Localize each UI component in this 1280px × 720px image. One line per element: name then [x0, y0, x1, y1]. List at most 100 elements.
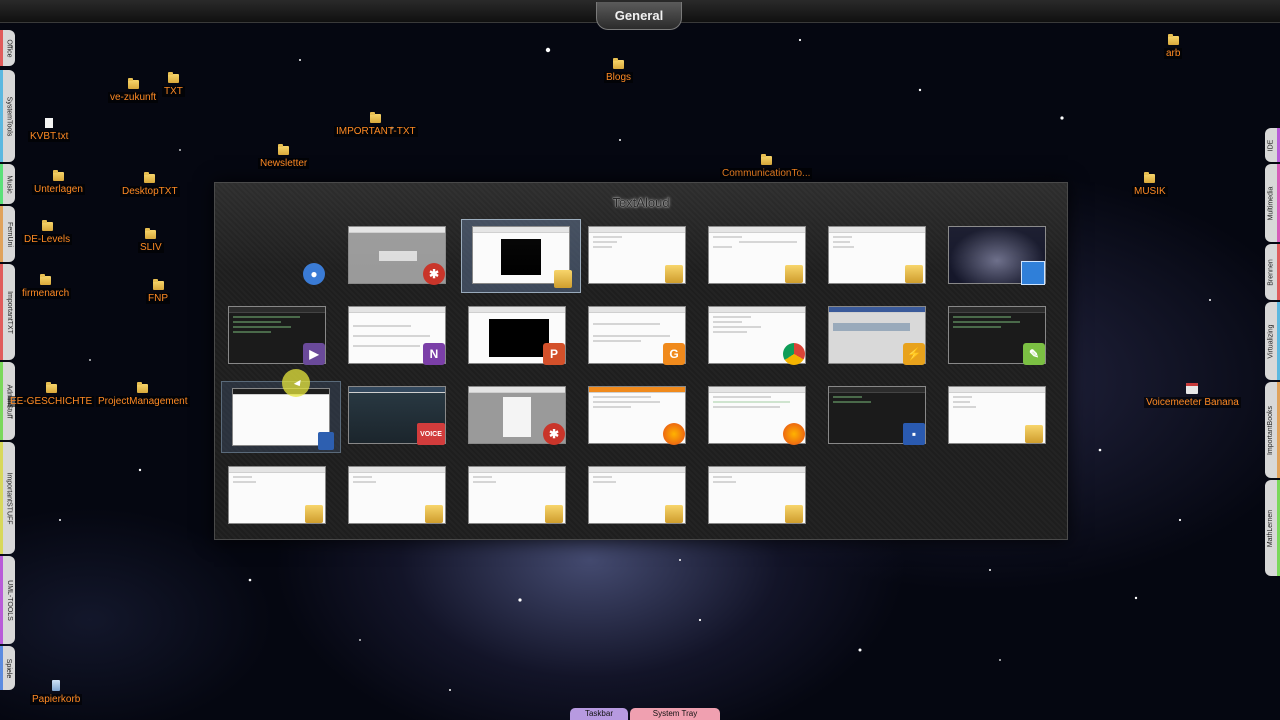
desktop-icon-ve-zukunft[interactable]: ve-zukunft [108, 78, 159, 103]
desktop-icon-unterlagen[interactable]: Unterlagen [32, 170, 85, 195]
switcher-window-5[interactable] [701, 223, 811, 287]
folder-icon [40, 274, 52, 285]
folder-icon [278, 144, 290, 155]
desktop-icon-musik[interactable]: MUSIK [1132, 172, 1168, 197]
firefox-icon [783, 423, 805, 445]
desktop-icon-papierkorb[interactable]: Papierkorb [30, 680, 83, 705]
tab-general[interactable]: General [596, 2, 682, 30]
desktop-icon-important-txt[interactable]: IMPORTANT-TXT [334, 112, 418, 137]
recycle-bin-icon [52, 680, 61, 691]
folder-icon [783, 263, 805, 285]
switcher-window-13[interactable]: ⚡ [821, 303, 931, 367]
window-switcher-panel: TextAloud ● ✱ ▶ N P G ⚡ ✎ VOICE ✱ ▪ [214, 182, 1068, 540]
desktop-icon-blogs[interactable]: Blogs [604, 58, 634, 83]
left-tab-importanttxt[interactable]: ImportantTXT [0, 264, 15, 360]
switcher-window-21[interactable] [941, 383, 1051, 447]
switcher-window-2[interactable]: ✱ [341, 223, 451, 287]
switcher-title: TextAloud [612, 195, 670, 210]
switcher-window-9[interactable]: N [341, 303, 451, 367]
switcher-window-6[interactable] [821, 223, 931, 287]
left-tab-fernuni[interactable]: FernUni [0, 206, 15, 262]
left-tab-importantstuff[interactable]: ImportantSTUFF [0, 442, 15, 554]
folder-icon [52, 170, 64, 181]
switcher-window-11[interactable]: G [581, 303, 691, 367]
desktop-icon-sliv[interactable]: SLIV [138, 228, 164, 253]
right-tab-brennen[interactable]: Brennen [1265, 244, 1280, 300]
bottom-tab-taskbar[interactable]: Taskbar [570, 708, 628, 720]
switcher-window-15[interactable] [221, 381, 341, 453]
switcher-window-14[interactable]: ✎ [941, 303, 1051, 367]
right-tab-importantbooks[interactable]: ImportantBooks [1265, 382, 1280, 478]
switcher-window-1[interactable]: ● [221, 223, 331, 287]
switcher-window-23[interactable] [341, 463, 451, 527]
chrome-icon [783, 343, 805, 365]
powerpoint-icon: P [543, 343, 565, 365]
switcher-window-25[interactable] [581, 463, 691, 527]
left-tab-music[interactable]: Music [0, 164, 15, 204]
desktop-icon-newsletter[interactable]: Newsletter [258, 144, 310, 169]
desktop-icon-firmenarch[interactable]: firmenarch [20, 274, 72, 299]
right-tab-ide[interactable]: IDE [1265, 128, 1280, 162]
voicemeeter-icon: VOICE [417, 423, 445, 445]
switcher-window-24[interactable] [461, 463, 571, 527]
folder-icon [543, 503, 565, 525]
desktop-icon-communicationto[interactable]: CommunicationTo... [720, 154, 813, 179]
irfanview-icon: ✱ [423, 263, 445, 285]
switcher-window-19[interactable] [701, 383, 811, 447]
right-tab-mathlernen[interactable]: MathLernen [1265, 480, 1280, 576]
folder-icon [370, 112, 382, 123]
folder-icon [137, 382, 149, 393]
switcher-window-4[interactable] [581, 223, 691, 287]
desktop-icon-voicemeeter-banana[interactable]: Voicemeeter Banana [1144, 383, 1241, 408]
folder-icon [145, 228, 157, 239]
pdf-reader-icon: G [663, 343, 685, 365]
switcher-window-17[interactable]: ✱ [461, 383, 571, 447]
folder-icon [41, 220, 53, 231]
left-tab-spiele[interactable]: Spiele [0, 646, 15, 690]
folder-icon [903, 263, 925, 285]
mouse-cursor-highlight [282, 369, 310, 397]
left-tab-office[interactable]: Office [0, 30, 15, 66]
right-tab-virtualizing[interactable]: Virtualizing [1265, 302, 1280, 380]
right-tab-multimedia[interactable]: Multimedia [1265, 164, 1280, 242]
folder-icon [760, 154, 772, 165]
folder-icon [1167, 34, 1179, 45]
document-icon [318, 432, 334, 450]
desktop-icon-projectmanagement[interactable]: ProjectManagement [96, 382, 190, 407]
meet-now-icon: ● [303, 263, 325, 285]
switcher-window-10[interactable]: P [461, 303, 571, 367]
switcher-window-26[interactable] [701, 463, 811, 527]
notepad-plus-icon: ✎ [1023, 343, 1045, 365]
desktop-icon-txt[interactable]: TXT [162, 72, 185, 97]
folder-icon [1023, 423, 1045, 445]
onenote-icon: N [423, 343, 445, 365]
switcher-window-3[interactable] [461, 219, 581, 293]
switcher-window-22[interactable] [221, 463, 331, 527]
save-icon: ▪ [903, 423, 925, 445]
folder-icon [45, 382, 57, 393]
left-tab-systemtools[interactable]: SystemTools [0, 70, 15, 162]
firefox-icon [663, 423, 685, 445]
desktop-icon-de-levels[interactable]: DE-Levels [22, 220, 73, 245]
folder-icon [127, 78, 139, 89]
switcher-window-8[interactable]: ▶ [221, 303, 331, 367]
folder-icon [613, 58, 624, 69]
desktop-icon-fnp[interactable]: FNP [146, 279, 170, 304]
desktop-icon-desktoptxt[interactable]: DesktopTXT [120, 172, 180, 197]
switcher-window-12[interactable] [701, 303, 811, 367]
folder-icon [423, 503, 445, 525]
voicemeeter-icon [1186, 383, 1199, 394]
bottom-tab-system-tray[interactable]: System Tray [630, 708, 720, 720]
desktop-icon-ee-geschichte[interactable]: EE-GESCHICHTE [8, 382, 95, 407]
desktop-icon-kvbt[interactable]: KVBT.txt [28, 118, 71, 142]
left-tab-uml-tools[interactable]: UML-TOOLS [0, 556, 15, 644]
switcher-window-20[interactable]: ▪ [821, 383, 931, 447]
switcher-window-16[interactable]: VOICE [341, 383, 451, 447]
irfanview-icon: ✱ [543, 423, 565, 445]
folder-icon [663, 503, 685, 525]
switcher-window-18[interactable] [581, 383, 691, 447]
switcher-window-7[interactable] [941, 223, 1051, 287]
folder-icon [144, 172, 156, 183]
desktop-icon-arb[interactable]: arb [1164, 34, 1183, 59]
folder-icon [152, 279, 164, 290]
